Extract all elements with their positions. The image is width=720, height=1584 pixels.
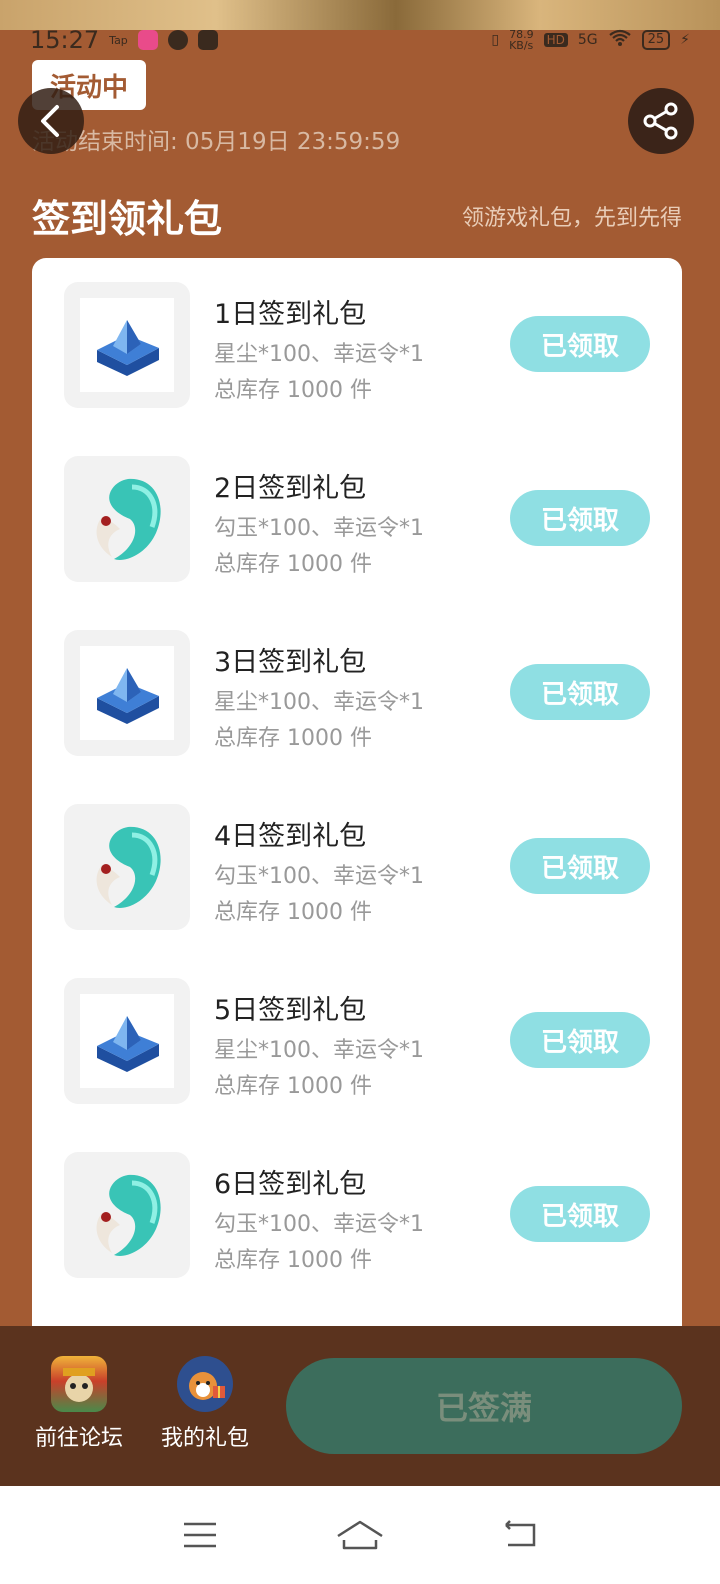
- gift-mascot-icon: [177, 1356, 233, 1412]
- stardust-chest-icon: [97, 320, 159, 376]
- gift-thumbnail: [64, 978, 190, 1104]
- tap-icon: Tap: [109, 33, 128, 47]
- hd-icon: HD: [543, 33, 568, 47]
- gift-row: 1日签到礼包 星尘*100、幸运令*1 总库存 1000 件 已领取: [32, 258, 682, 408]
- gift-stock: 总库存 1000 件: [214, 1074, 372, 1099]
- gift-list-card: 1日签到礼包 星尘*100、幸运令*1 总库存 1000 件 已领取 2日签到礼…: [32, 258, 682, 1338]
- back-nav-icon: [505, 1520, 536, 1547]
- gift-name: 3日签到礼包: [214, 647, 367, 678]
- gift-contents: 星尘*100、幸运令*1: [214, 342, 424, 367]
- gift-name: 2日签到礼包: [214, 473, 367, 504]
- gift-row: 6日签到礼包 勾玉*100、幸运令*1 总库存 1000 件 已领取: [32, 1128, 682, 1278]
- status-time: 15:27: [30, 26, 100, 54]
- magatama-icon: [96, 826, 161, 908]
- notification-icon: [167, 30, 188, 50]
- back-nav-button[interactable]: [490, 1515, 550, 1555]
- gift-name: 5日签到礼包: [214, 995, 367, 1026]
- magatama-icon: [96, 478, 161, 560]
- section-title: 签到领礼包: [32, 197, 223, 241]
- gift-stock: 总库存 1000 件: [214, 552, 372, 577]
- menu-icon: [184, 1522, 216, 1548]
- gift-contents: 星尘*100、幸运令*1: [214, 1038, 424, 1063]
- gift-row: 2日签到礼包 勾玉*100、幸运令*1 总库存 1000 件 已领取: [32, 432, 682, 582]
- claimed-button[interactable]: 已领取: [510, 838, 650, 894]
- share-icon: [643, 102, 678, 140]
- gift-thumbnail: [64, 804, 190, 930]
- gift-name: 4日签到礼包: [214, 821, 367, 852]
- claimed-button[interactable]: 已领取: [510, 664, 650, 720]
- menu-button[interactable]: [170, 1515, 230, 1555]
- magatama-icon: [96, 1174, 161, 1256]
- message-icon: [197, 30, 218, 50]
- gift-contents: 勾玉*100、幸运令*1: [214, 516, 424, 541]
- stardust-chest-icon: [97, 1016, 159, 1072]
- bottom-action-bar: 前往论坛 我的礼包 已签满: [0, 1326, 720, 1486]
- home-icon: [337, 1520, 383, 1550]
- gift-contents: 星尘*100、幸运令*1: [214, 690, 424, 715]
- forum-label: 前往论坛: [34, 1426, 123, 1451]
- charging-icon: ⚡: [680, 32, 690, 48]
- gift-stock: 总库存 1000 件: [214, 900, 372, 925]
- my-gifts-label: 我的礼包: [160, 1426, 249, 1451]
- gift-thumbnail: [64, 282, 190, 408]
- vibrate-icon: ▯: [491, 32, 500, 48]
- gift-contents: 勾玉*100、幸运令*1: [214, 1212, 424, 1237]
- gift-thumbnail: [64, 1152, 190, 1278]
- net-speed: 78.9 KB/s: [509, 28, 534, 52]
- gift-row: 5日签到礼包 星尘*100、幸运令*1 总库存 1000 件 已领取: [32, 954, 682, 1104]
- gift-stock: 总库存 1000 件: [214, 726, 372, 751]
- wifi-icon: [608, 29, 632, 51]
- signal-icon: 5G: [577, 32, 598, 48]
- system-nav-bar: [0, 1486, 720, 1584]
- claimed-button[interactable]: 已领取: [510, 1012, 650, 1068]
- gift-name: 1日签到礼包: [214, 299, 367, 330]
- share-button[interactable]: [628, 88, 694, 154]
- game-app-icon: [51, 1356, 107, 1412]
- gift-contents: 勾玉*100、幸运令*1: [214, 864, 424, 889]
- gift-row: 3日签到礼包 星尘*100、幸运令*1 总库存 1000 件 已领取: [32, 606, 682, 756]
- gift-stock: 总库存 1000 件: [214, 1248, 372, 1273]
- chevron-left-icon: [41, 105, 59, 137]
- forum-link[interactable]: 前往论坛: [24, 1356, 134, 1452]
- back-button[interactable]: [18, 88, 84, 154]
- stardust-chest-icon: [97, 668, 159, 724]
- claimed-button[interactable]: 已领取: [510, 1186, 650, 1242]
- app-notification-icon: [137, 30, 158, 50]
- signed-full-button[interactable]: 已签满: [286, 1358, 682, 1454]
- my-gifts-link[interactable]: 我的礼包: [150, 1356, 260, 1452]
- claimed-button[interactable]: 已领取: [510, 316, 650, 372]
- gift-name: 6日签到礼包: [214, 1169, 367, 1200]
- gift-thumbnail: [64, 456, 190, 582]
- gift-stock: 总库存 1000 件: [214, 378, 372, 403]
- status-bar: 15:27 Tap ▯ 78.9 KB/s HD 5G 25 ⚡: [0, 24, 720, 56]
- activity-end-time: 活动结束时间: 05月19日 23:59:59: [32, 129, 401, 155]
- section-subtitle: 领游戏礼包，先到先得: [461, 206, 682, 231]
- battery-icon: 25: [641, 30, 671, 50]
- gift-row: 4日签到礼包 勾玉*100、幸运令*1 总库存 1000 件 已领取: [32, 780, 682, 930]
- home-button[interactable]: [330, 1515, 390, 1555]
- gift-thumbnail: [64, 630, 190, 756]
- claimed-button[interactable]: 已领取: [510, 490, 650, 546]
